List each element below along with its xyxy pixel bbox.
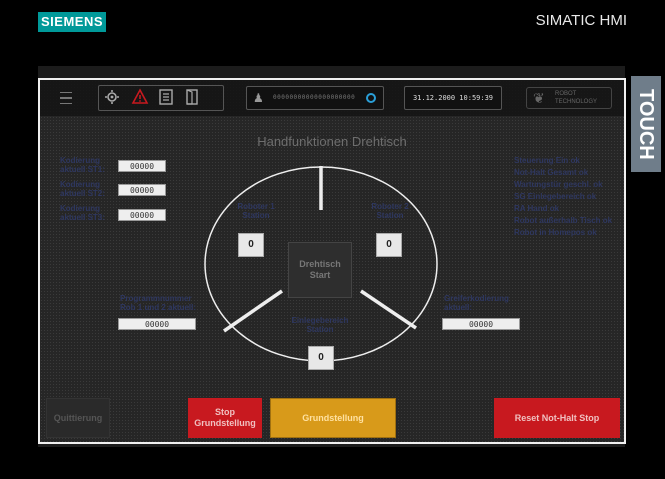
top-toolbar: ♟ 00000000000000000000 31.12.2000 10:59:… [40,80,624,116]
siemens-logo: SIEMENS [38,12,106,32]
hmi-device: SIEMENS SIMATIC HMI TOUCH ♟ 000000000000… [0,0,665,479]
divider-left [223,289,283,333]
bezel-left [0,0,38,479]
robot-technology-logo: ❦ ROBOT TECHNOLOGY [526,87,612,109]
product-name: SIMATIC HMI [535,12,627,29]
program-number-label: Programmnummer Rob 1 und 2 aktuell: [120,294,197,312]
touch-label: TOUCH [631,76,661,172]
status-item: Wartungstür geschl. ok [514,180,603,189]
gripper-code-field[interactable]: 00000 [442,318,520,330]
page-title: Handfunktionen Drehtisch [257,134,407,149]
status-item: Robot in Homepos ok [514,228,597,237]
stop-home-button[interactable]: Stop Grundstellung [188,398,262,438]
station-label-r1: Roboter 1 Station [237,202,275,220]
reset-emergency-stop-button[interactable]: Reset Not-Halt Stop [494,398,620,438]
station-label-r2: Roboter 2 Station [371,202,409,220]
status-code: 00000000000000000000 [273,94,356,101]
status-item: Steuerung Ein ok [514,156,580,165]
hmi-screen: ♟ 00000000000000000000 31.12.2000 10:59:… [38,78,626,444]
code-field-st3[interactable]: 00000 [118,209,166,221]
user-icon: ♟ [253,91,264,105]
divider-right [360,289,417,330]
sync-icon [366,93,376,103]
code-field-st2[interactable]: 00000 [118,184,166,196]
rotary-start-button[interactable]: Drehtisch Start [288,242,352,298]
status-item: Not-Halt Gesamt ok [514,168,589,177]
station-value-r2[interactable]: 0 [376,233,402,257]
station-value-load[interactable]: 0 [308,346,334,370]
code-label-st1: Kodierung aktuell ST1: [60,156,105,174]
warning-icon[interactable] [130,88,150,108]
status-item: SG Einlegebereich ok [514,192,597,201]
code-field-st1[interactable]: 00000 [118,160,166,172]
settings-icon[interactable] [102,88,122,108]
program-number-field[interactable]: 00000 [118,318,196,330]
code-label-st3: Kodierung aktuell ST3: [60,204,105,222]
datetime-display: 31.12.2000 10:59:39 [404,86,502,110]
bezel-top [0,0,665,66]
status-list: Steuerung Ein ok Not-Halt Gesamt ok Wart… [514,155,612,239]
station-value-r1[interactable]: 0 [238,233,264,257]
hamburger-icon[interactable] [54,87,78,109]
acknowledge-button[interactable]: Quittierung [46,398,110,438]
gripper-code-label: Greiferkodierung aktuell: [444,294,509,312]
bezel-right [625,0,665,479]
robot-logo-icon: ❦ [533,90,545,106]
home-position-button[interactable]: Grundstellung [270,398,396,438]
door-icon[interactable] [182,88,202,108]
status-item: RA Hand ok [514,204,560,213]
station-label-load: Einlegebereich Station [291,316,349,334]
bezel-bottom [0,447,665,479]
status-item: Robot außerhalb Tisch ok [514,216,613,225]
user-status-box[interactable]: ♟ 00000000000000000000 [246,86,384,110]
code-label-st2: Kodierung aktuell ST2: [60,180,105,198]
list-icon[interactable] [156,88,176,108]
